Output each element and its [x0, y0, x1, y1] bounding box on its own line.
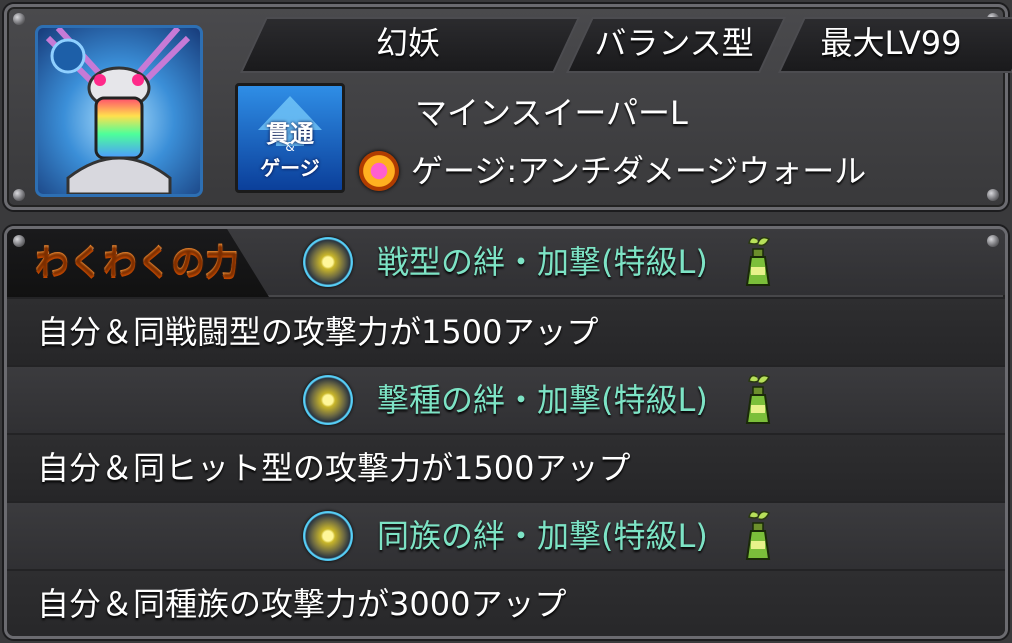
- gauge-badge-bottom-text: ゲージ: [260, 156, 320, 180]
- waku-description: 自分＆同ヒット型の攻撃力が1500アップ: [37, 449, 631, 487]
- fire-orb-icon: [359, 151, 399, 191]
- waku-row-header: わくわくの力 戦型の絆・加撃(特級L): [7, 229, 1005, 297]
- waku-title: 戦型の絆・加撃(特級L): [377, 243, 708, 281]
- bolt-icon: [13, 235, 25, 247]
- waku-row-header: 撃種の絆・加撃(特級L): [7, 365, 1005, 433]
- ability-name: マインスイーパーL: [415, 94, 688, 132]
- bolt-icon: [987, 235, 999, 247]
- type-label: バランス型: [594, 24, 754, 62]
- potion-bottle-icon: [745, 236, 771, 286]
- bolt-icon: [13, 13, 25, 25]
- bond-orb-icon: [303, 237, 353, 287]
- monster-portrait-icon: [35, 25, 203, 197]
- max-level-label: 最大LV99: [820, 24, 962, 62]
- race-label: 幻妖: [375, 24, 440, 62]
- gauge-ability-text: ゲージ:アンチダメージウォール: [411, 152, 867, 190]
- gauge-badge-icon: 貫通 & ゲージ: [235, 83, 345, 193]
- bond-orb-icon: [303, 375, 353, 425]
- waku-waku-panel: わくわくの力 戦型の絆・加撃(特級L) 自分＆同戦闘型の攻撃力が1500アップ …: [4, 226, 1008, 639]
- waku-description: 自分＆同戦闘型の攻撃力が1500アップ: [37, 313, 599, 351]
- monster-info-panel: 幻妖 バランス型 最大LV99 貫通 & ゲージ マインスイーパーL ゲージ:ア…: [4, 4, 1012, 210]
- waku-row-desc: 自分＆同種族の攻撃力が3000アップ: [7, 569, 1005, 636]
- bolt-icon: [13, 189, 25, 201]
- waku-row-header: 同族の絆・加撃(特級L): [7, 501, 1005, 569]
- waku-title: 撃種の絆・加撃(特級L): [377, 381, 708, 419]
- waku-tab: わくわくの力: [7, 229, 269, 297]
- waku-row-desc: 自分＆同ヒット型の攻撃力が1500アップ: [7, 433, 1005, 501]
- waku-row-desc: 自分＆同戦闘型の攻撃力が1500アップ: [7, 297, 1005, 365]
- bolt-icon: [987, 189, 999, 201]
- waku-tab-label: わくわくの力: [35, 237, 239, 289]
- waku-title: 同族の絆・加撃(特級L): [377, 517, 708, 555]
- potion-bottle-icon: [745, 510, 771, 560]
- bond-orb-icon: [303, 511, 353, 561]
- waku-description: 自分＆同種族の攻撃力が3000アップ: [37, 585, 567, 623]
- potion-bottle-icon: [745, 374, 771, 424]
